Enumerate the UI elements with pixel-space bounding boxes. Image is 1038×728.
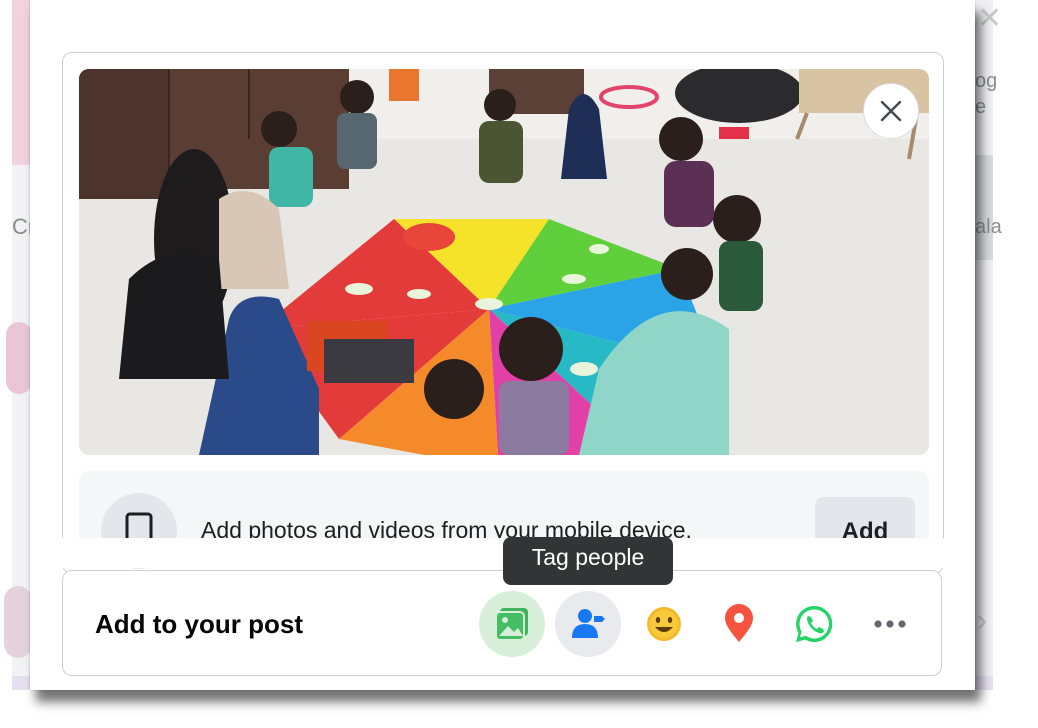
location-pin-icon bbox=[725, 604, 753, 642]
background-avatar bbox=[4, 586, 32, 658]
remove-photo-button[interactable] bbox=[863, 83, 919, 139]
close-icon bbox=[880, 100, 902, 122]
background-cover bbox=[12, 0, 32, 165]
background-text: ala bbox=[975, 216, 1002, 238]
whatsapp-button[interactable] bbox=[781, 591, 847, 657]
background-page-left: Cr bbox=[4, 0, 35, 690]
background-close-icon: › bbox=[977, 604, 987, 637]
background-close-icon: ✕ bbox=[977, 2, 1003, 35]
background-band bbox=[975, 155, 993, 260]
background-avatar bbox=[6, 322, 32, 394]
background-text: og e bbox=[975, 70, 998, 118]
more-icon bbox=[874, 620, 906, 628]
photo-preview bbox=[79, 69, 929, 455]
photo-video-button[interactable] bbox=[479, 591, 545, 657]
feeling-activity-button[interactable] bbox=[631, 591, 697, 657]
check-in-button[interactable] bbox=[706, 591, 772, 657]
tag-people-button[interactable] bbox=[555, 591, 621, 657]
add-to-your-post-bar: Add to your post bbox=[62, 570, 942, 676]
photo-image bbox=[79, 69, 929, 455]
smiley-icon bbox=[647, 607, 681, 641]
photo-icon bbox=[495, 608, 528, 641]
create-post-dialog: Add photos and videos from your mobile d… bbox=[30, 0, 975, 690]
media-preview-box: Add photos and videos from your mobile d… bbox=[62, 52, 944, 574]
whatsapp-icon bbox=[796, 605, 833, 642]
more-options-button[interactable] bbox=[857, 591, 923, 657]
background-page-right: ✕ og e ala › bbox=[975, 0, 1002, 690]
tag-people-icon bbox=[572, 609, 605, 638]
tag-people-tooltip: Tag people bbox=[503, 537, 673, 585]
add-to-post-label: Add to your post bbox=[95, 609, 303, 639]
